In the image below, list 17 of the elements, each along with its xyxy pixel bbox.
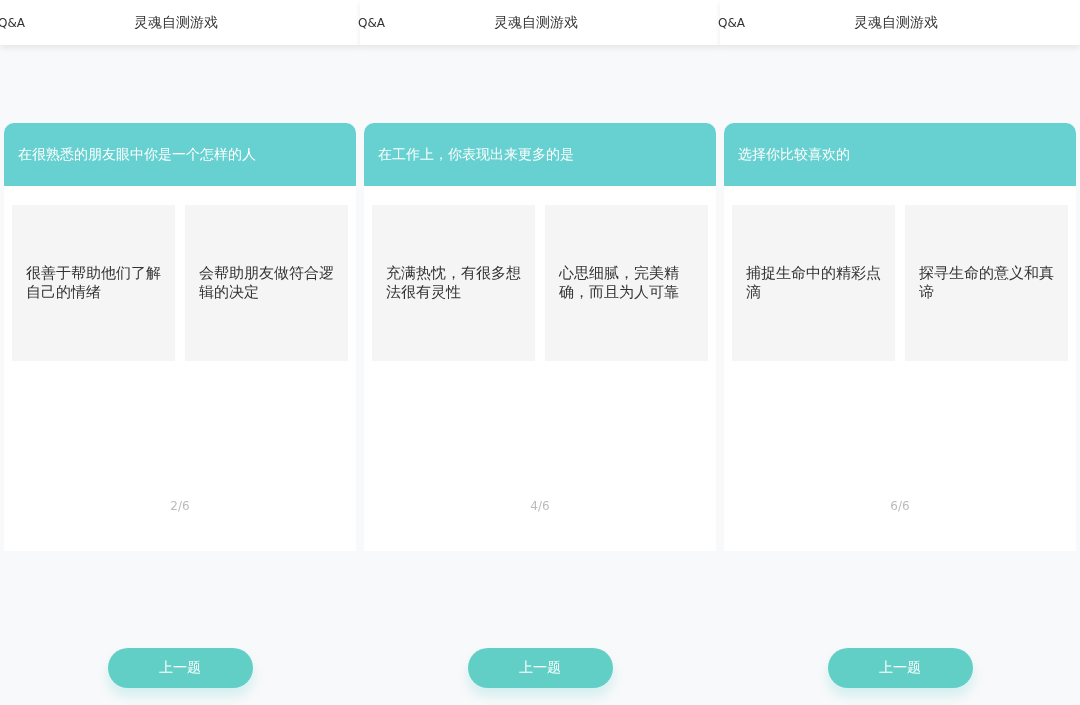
nav-title: 灵魂自测游戏 <box>134 13 218 32</box>
answer-option[interactable]: 很善于帮助他们了解自己的情绪 <box>12 205 175 361</box>
progress-text: 6/6 <box>890 499 910 513</box>
progress-text: 2/6 <box>170 499 190 513</box>
nav-label: Q&A <box>718 15 746 30</box>
progress-text: 4/6 <box>530 499 550 513</box>
answer-option[interactable]: 捕捉生命中的精彩点滴 <box>732 205 895 361</box>
answer-option[interactable]: 会帮助朋友做符合逻辑的决定 <box>185 205 348 361</box>
nav-title: 灵魂自测游戏 <box>854 13 938 32</box>
nav-title: 灵魂自测游戏 <box>494 13 578 32</box>
answer-option[interactable]: 探寻生命的意义和真谛 <box>905 205 1068 361</box>
answer-option[interactable]: 充满热忱，有很多想法很有灵性 <box>372 205 535 361</box>
question-text: 在工作上，你表现出来更多的是 <box>364 123 716 186</box>
answer-option[interactable]: 心思细腻，完美精确，而且为人可靠 <box>545 205 708 361</box>
nav-label: Q&A <box>358 15 386 30</box>
question-text: 选择你比较喜欢的 <box>724 123 1076 186</box>
question-text: 在很熟悉的朋友眼中你是一个怎样的人 <box>4 123 356 186</box>
